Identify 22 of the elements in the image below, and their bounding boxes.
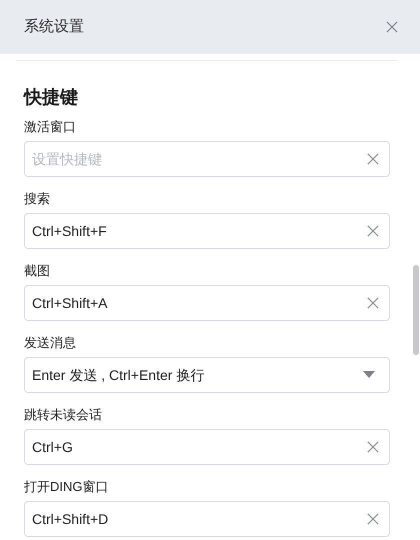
select-field[interactable]: Enter 发送 , Ctrl+Enter 换行: [24, 357, 390, 393]
setting-label: 打开DING窗口: [24, 478, 108, 496]
window-title: 系统设置: [24, 16, 84, 37]
section-title: 快捷键: [24, 86, 78, 109]
shortcut-field[interactable]: 设置快捷键: [24, 141, 390, 177]
shortcut-field[interactable]: Ctrl+G: [24, 429, 390, 465]
shortcut-field[interactable]: Ctrl+Shift+F: [24, 213, 390, 249]
clear-icon[interactable]: [367, 297, 379, 309]
shortcut-field[interactable]: Ctrl+Shift+D: [24, 501, 390, 537]
setting-label: 激活窗口: [24, 118, 76, 136]
clear-icon[interactable]: [367, 153, 379, 165]
clear-icon[interactable]: [367, 513, 379, 525]
setting-label: 截图: [24, 262, 50, 280]
clear-icon[interactable]: [367, 441, 379, 453]
setting-label: 搜索: [24, 190, 50, 208]
dropdown-caret-icon: [363, 371, 375, 379]
shortcut-field[interactable]: Ctrl+Shift+A: [24, 285, 390, 321]
setting-label: 跳转未读会话: [24, 406, 102, 424]
scrollbar-thumb[interactable]: [413, 265, 419, 355]
close-icon[interactable]: [386, 21, 398, 33]
clear-icon[interactable]: [367, 225, 379, 237]
setting-label: 发送消息: [24, 334, 76, 352]
